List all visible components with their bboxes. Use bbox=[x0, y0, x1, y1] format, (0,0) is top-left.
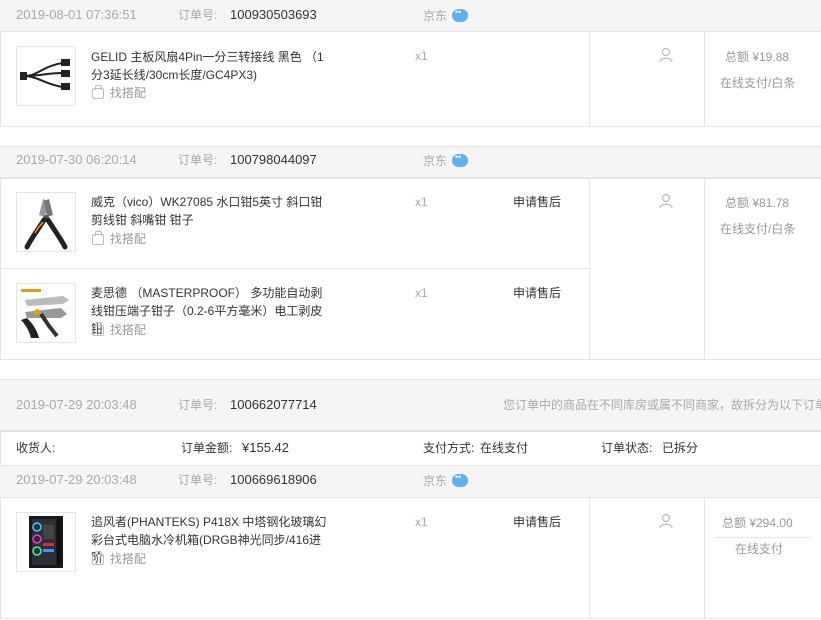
order-date: 2019-07-30 06:20:14 bbox=[16, 152, 137, 167]
product-title[interactable]: GELID 主板风扇4Pin一分三转接线 黑色 （1分3延长线/30cm长度/G… bbox=[91, 48, 331, 84]
order-date: 2019-08-01 07:36:51 bbox=[16, 7, 137, 22]
user-icon[interactable] bbox=[658, 513, 674, 529]
order-date: 2019-07-29 20:03:48 bbox=[16, 472, 137, 487]
after-sale-link[interactable]: 申请售后 bbox=[513, 194, 561, 210]
product-image[interactable] bbox=[16, 192, 76, 252]
product-title[interactable]: 威克（vico）WK27085 水口钳5英寸 斜口钳 剪线钳 斜嘴钳 钳子 bbox=[91, 193, 331, 229]
order-no-label: 订单号: bbox=[178, 153, 218, 167]
find-match-icon bbox=[92, 322, 104, 336]
amount-value: ¥155.42 bbox=[242, 440, 289, 455]
find-match-link[interactable]: 找搭配 bbox=[92, 84, 146, 101]
find-match-icon bbox=[92, 85, 104, 99]
status-value: 已拆分 bbox=[662, 441, 699, 455]
cutter-pliers-image bbox=[24, 199, 68, 250]
find-match-link[interactable]: 找搭配 bbox=[92, 321, 146, 338]
quantity: x1 bbox=[415, 49, 428, 63]
quantity: x1 bbox=[415, 515, 428, 529]
find-match-link[interactable]: 找搭配 bbox=[92, 550, 146, 567]
product-image[interactable] bbox=[16, 512, 76, 572]
wire-stripper-image bbox=[21, 289, 69, 338]
quantity: x1 bbox=[415, 286, 428, 300]
product-image[interactable] bbox=[16, 283, 76, 343]
pay-label: 支付方式: bbox=[423, 441, 475, 455]
after-sale-link[interactable]: 申请售后 bbox=[513, 514, 561, 530]
pc-case-image bbox=[29, 516, 63, 568]
payment-method: 在线支付 bbox=[735, 542, 784, 556]
order-total: 总额 ¥294.00 bbox=[722, 516, 793, 530]
order-date: 2019-07-29 20:03:48 bbox=[16, 397, 137, 412]
order-no-label: 订单号: bbox=[178, 473, 218, 487]
order-number[interactable]: 100662077714 bbox=[230, 397, 317, 413]
shop-link[interactable]: 京东 bbox=[423, 152, 469, 169]
order-total: 总额 ¥19.88 bbox=[725, 50, 790, 64]
chat-bubble-icon[interactable] bbox=[452, 7, 469, 22]
chat-bubble-icon[interactable] bbox=[452, 472, 469, 487]
shop-link[interactable]: 京东 bbox=[423, 472, 469, 489]
find-match-icon bbox=[92, 231, 104, 245]
order-total: 总额 ¥81.78 bbox=[725, 196, 790, 210]
order-number[interactable]: 100798044097 bbox=[230, 152, 317, 168]
order-number[interactable]: 100669618906 bbox=[230, 472, 317, 488]
find-match-link[interactable]: 找搭配 bbox=[92, 230, 146, 247]
shop-link[interactable]: 京东 bbox=[423, 7, 469, 24]
find-match-icon bbox=[92, 551, 104, 565]
quantity: x1 bbox=[415, 195, 428, 209]
product-image[interactable] bbox=[16, 46, 76, 106]
payment-method: 在线支付/白条 bbox=[720, 222, 796, 236]
amount-label: 订单金额: bbox=[181, 441, 233, 455]
after-sale-link[interactable]: 申请售后 bbox=[513, 285, 561, 301]
fan-cable-image bbox=[20, 59, 70, 90]
pay-value: 在线支付 bbox=[480, 441, 529, 455]
receiver-label: 收货人: bbox=[16, 441, 56, 455]
order-no-label: 订单号: bbox=[178, 398, 218, 412]
user-icon[interactable] bbox=[658, 193, 674, 209]
payment-method: 在线支付/白条 bbox=[720, 76, 796, 90]
chat-bubble-icon[interactable] bbox=[452, 152, 469, 167]
split-notice: 您订单中的商品在不同库房或属不同商家，故拆分为以下订单 bbox=[503, 398, 821, 412]
user-icon[interactable] bbox=[658, 47, 674, 63]
order-number[interactable]: 100930503693 bbox=[230, 7, 317, 23]
status-label: 订单状态: bbox=[601, 441, 653, 455]
order-no-label: 订单号: bbox=[178, 8, 218, 22]
